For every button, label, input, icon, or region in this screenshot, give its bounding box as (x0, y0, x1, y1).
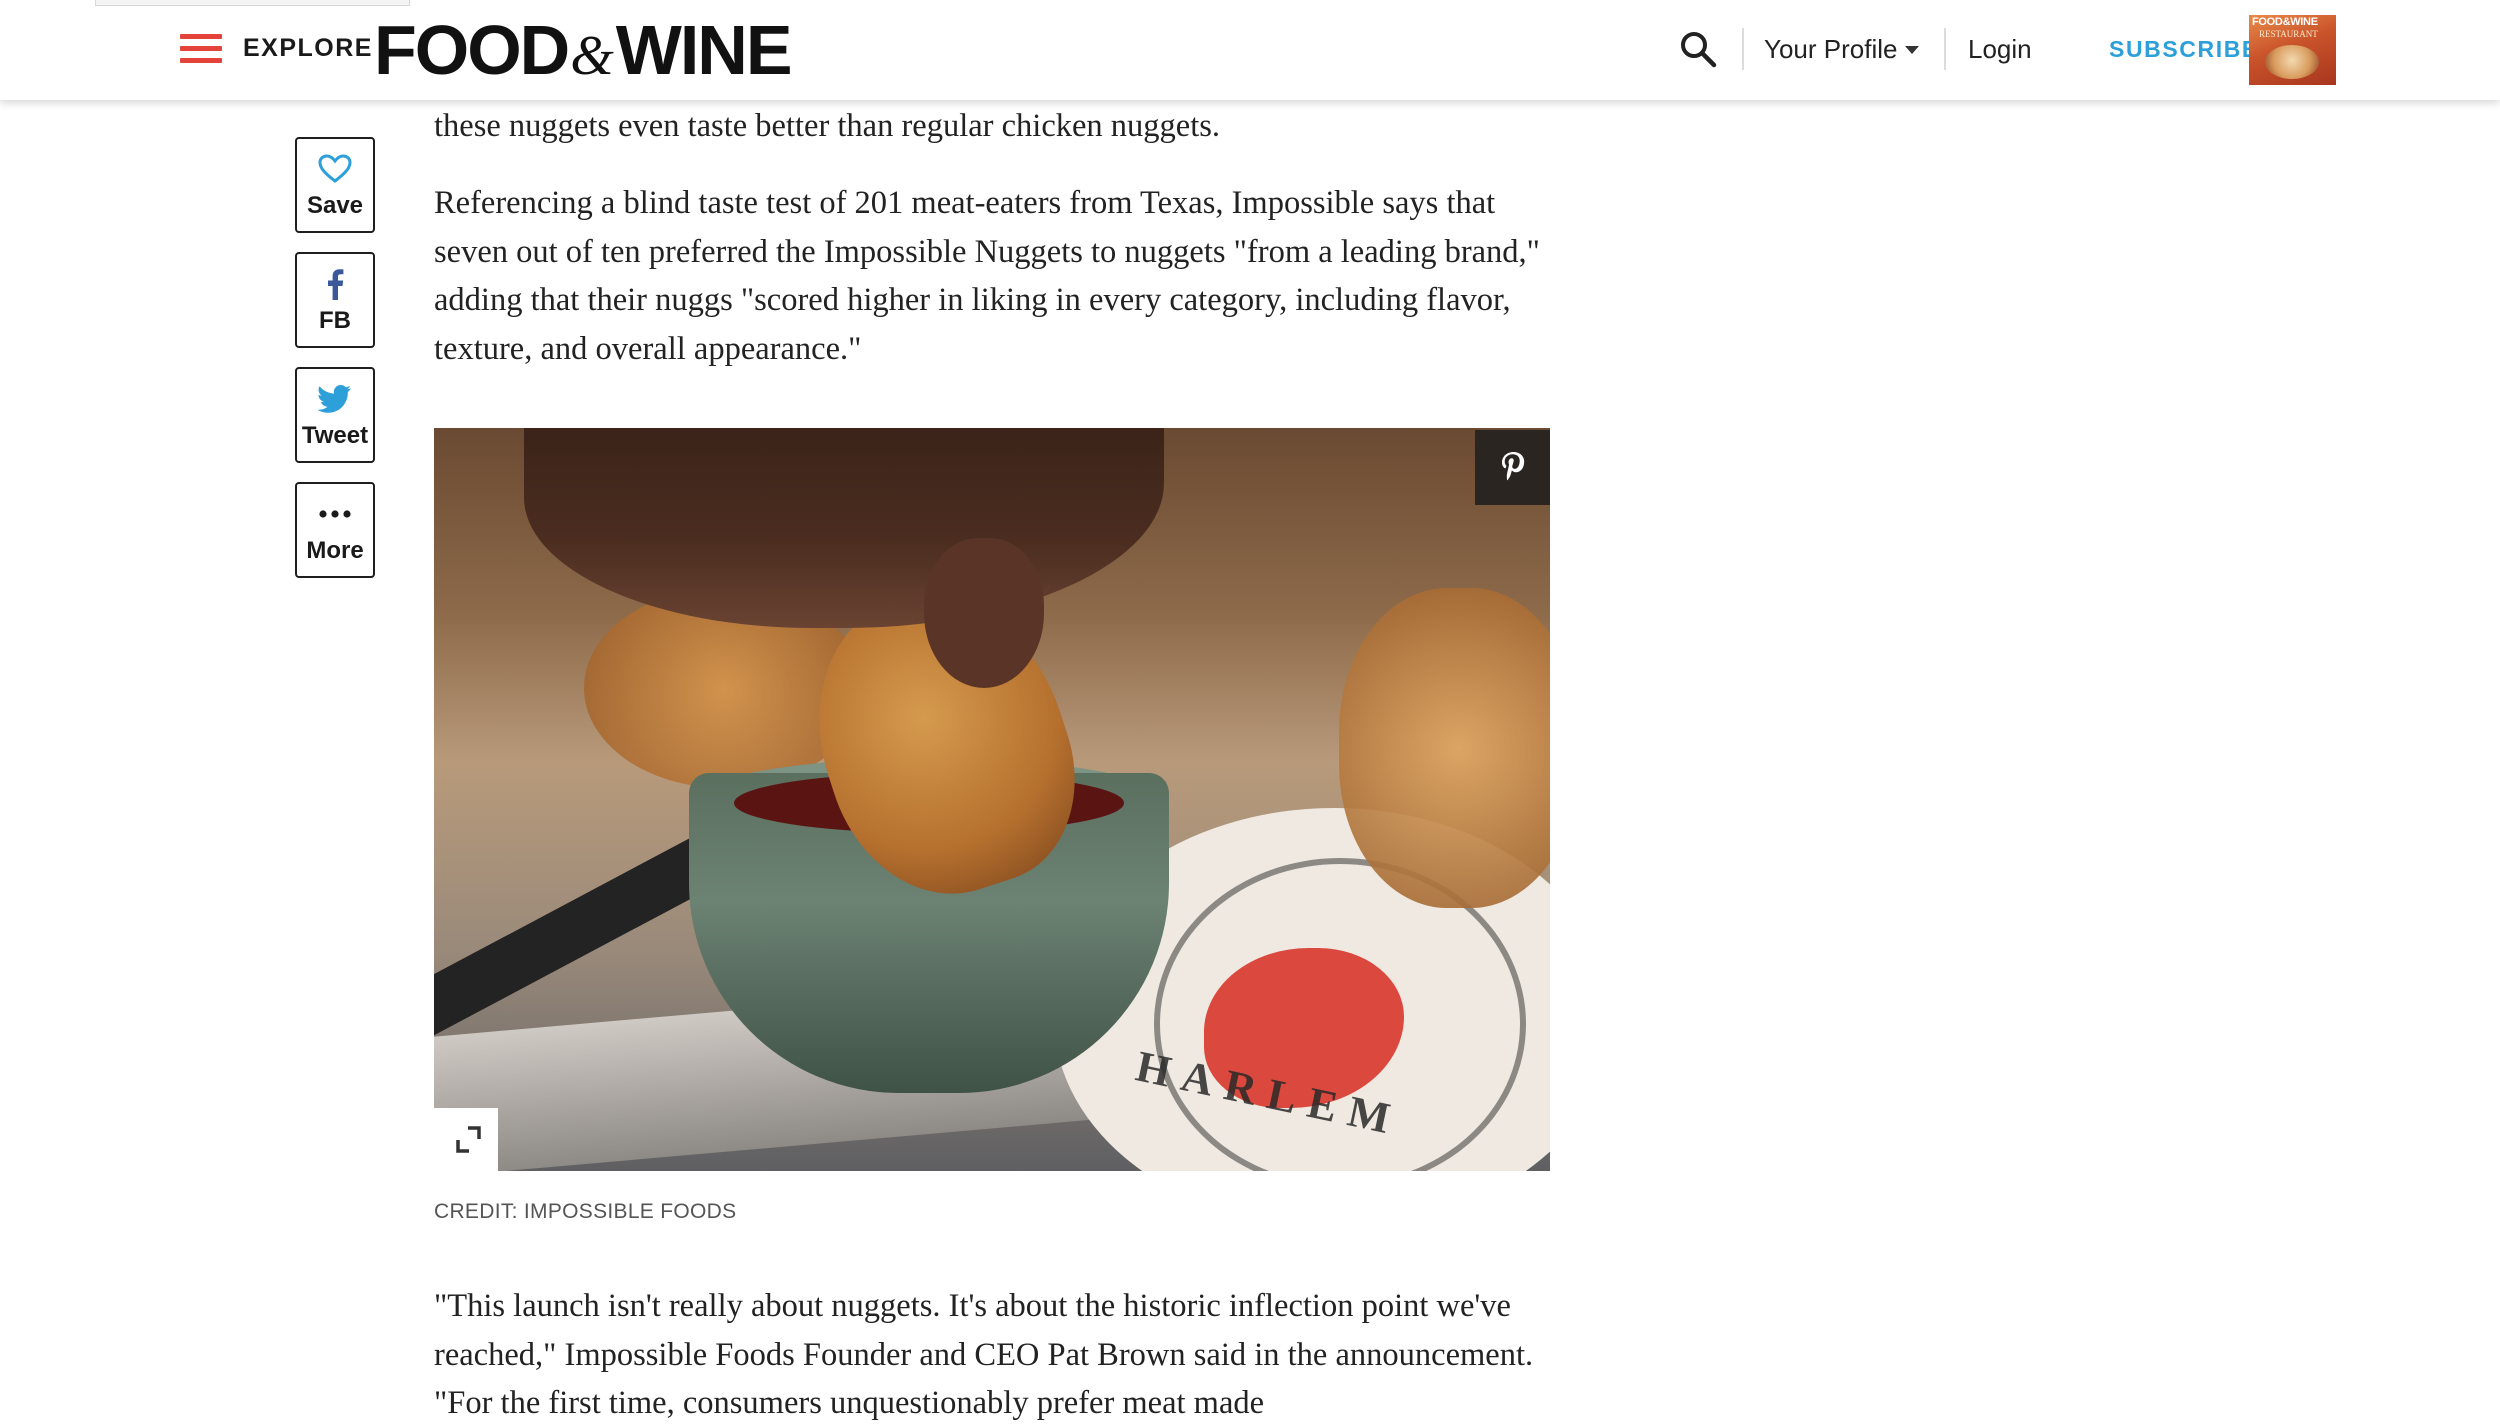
logo-food: FOOD (374, 11, 570, 89)
search-icon[interactable] (1679, 30, 1717, 68)
login-link[interactable]: Login (1968, 34, 2032, 65)
magazine-cover-thumbnail[interactable]: FOOD&WINE RESTAURANT (2249, 15, 2336, 85)
background-nugget (1339, 588, 1550, 908)
save-label: Save (306, 192, 364, 219)
more-label: More (306, 537, 364, 564)
thumb (924, 538, 1044, 688)
explore-button[interactable]: EXPLORE (243, 34, 373, 63)
article-paragraph: Referencing a blind taste test of 201 me… (434, 185, 1540, 367)
fb-label: FB (319, 307, 351, 334)
hamburger-icon[interactable] (180, 34, 222, 64)
your-profile-dropdown[interactable]: Your Profile (1764, 34, 1920, 65)
browser-tab-stub (95, 0, 410, 6)
chevron-down-icon (1905, 46, 1920, 54)
site-logo[interactable]: FOOD&WINE (374, 8, 793, 98)
heart-icon (297, 153, 373, 185)
tweet-label: Tweet (301, 422, 369, 449)
twitter-icon (297, 383, 373, 415)
article-photo: HARLEM (434, 428, 1550, 1171)
magazine-title: FOOD&WINE (2252, 16, 2318, 28)
expand-icon (456, 1126, 481, 1153)
subscribe-link[interactable]: SUBSCRIBE (2109, 36, 2259, 63)
save-button[interactable]: Save (295, 137, 375, 233)
facebook-share-button[interactable]: FB (295, 252, 375, 348)
header-divider (1944, 28, 1946, 70)
facebook-icon (297, 268, 373, 300)
pinterest-icon (1501, 451, 1524, 480)
tweet-button[interactable]: Tweet (295, 367, 375, 463)
more-share-button[interactable]: More (295, 482, 375, 578)
hand (524, 428, 1164, 628)
photo-credit: CREDIT: IMPOSSIBLE FOODS (434, 1200, 737, 1223)
site-header: EXPLORE FOOD&WINE Your Profile Login SUB… (0, 0, 2500, 100)
expand-image-button[interactable] (434, 1108, 498, 1171)
ellipsis-icon (297, 498, 373, 530)
magazine-cover-image (2265, 45, 2319, 79)
logo-ampersand: & (570, 25, 614, 87)
profile-label: Your Profile (1764, 34, 1898, 64)
magazine-subtitle: RESTAURANT (2259, 29, 2318, 39)
article-paragraph: "This launch isn't really about nuggets.… (434, 1288, 1534, 1421)
logo-wine: WINE (615, 11, 793, 89)
pinterest-button[interactable] (1475, 430, 1550, 505)
header-divider (1742, 28, 1744, 70)
article-paragraph: these nuggets even taste better than reg… (434, 108, 1221, 144)
